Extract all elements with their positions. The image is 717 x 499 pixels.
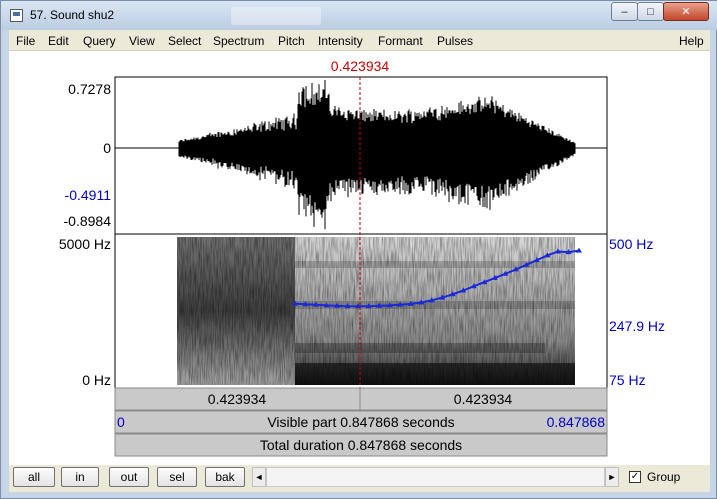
title-bar[interactable]: 57. Sound shu2 – □ ✕ — [1, 1, 717, 30]
menu-select[interactable]: Select — [168, 34, 201, 48]
menu-help[interactable]: Help — [679, 34, 704, 48]
menu-spectrum[interactable]: Spectrum — [213, 34, 264, 48]
waveform-min-label: -0.8984 — [64, 213, 112, 229]
visible-end-label: 0.847868 — [547, 414, 606, 430]
spectrogram-min-frequency-label: 0 Hz — [82, 372, 111, 388]
zoom-back-button[interactable]: bak — [205, 467, 245, 487]
minimize-button[interactable]: – — [611, 2, 638, 21]
selection-right-label: 0.423934 — [454, 391, 513, 407]
menu-pitch[interactable]: Pitch — [278, 34, 305, 48]
menu-view[interactable]: View — [129, 34, 155, 48]
group-checkbox[interactable]: ✓ — [629, 471, 641, 483]
menu-intensity[interactable]: Intensity — [318, 34, 363, 48]
pitch-cursor-value-label: 247.9 Hz — [609, 318, 665, 334]
window-icon — [10, 9, 23, 22]
zoom-selection-button[interactable]: sel — [157, 467, 197, 487]
menu-edit[interactable]: Edit — [48, 34, 69, 48]
waveform-max-label: 0.7278 — [68, 81, 111, 97]
zoom-in-button[interactable]: in — [61, 467, 99, 487]
scroll-left-arrow-icon[interactable]: ◄ — [252, 467, 266, 487]
zoom-all-button[interactable]: all — [13, 467, 55, 487]
group-label: Group — [647, 470, 681, 484]
waveform-zero-label: 0 — [103, 140, 111, 156]
scroll-right-arrow-icon[interactable]: ► — [605, 467, 619, 487]
waveform-cursor-value-label: -0.4911 — [65, 187, 112, 203]
bottom-control-bar: all in out sel bak ◄ ► ✓ Group — [9, 465, 710, 492]
spectrogram-image — [177, 237, 575, 385]
maximize-button[interactable]: □ — [637, 2, 664, 21]
editor-client-area: File Edit Query View Select Spectrum Pit… — [9, 30, 710, 492]
close-button[interactable]: ✕ — [663, 2, 709, 21]
menu-formant[interactable]: Formant — [378, 34, 423, 48]
pitch-bottom-label: 75 Hz — [609, 372, 646, 388]
background-window-ghost — [231, 7, 321, 25]
window-title: 57. Sound shu2 — [30, 8, 115, 22]
spectrogram-max-frequency-label: 5000 Hz — [59, 236, 111, 252]
selection-left-label: 0.423934 — [208, 391, 267, 407]
cursor-time-label: 0.423934 — [331, 58, 390, 74]
menu-query[interactable]: Query — [83, 34, 116, 48]
horizontal-scrollbar[interactable] — [266, 467, 605, 487]
menu-pulses[interactable]: Pulses — [437, 34, 473, 48]
menu-bar: File Edit Query View Select Spectrum Pit… — [9, 30, 710, 51]
total-duration-label: Total duration 0.847868 seconds — [260, 437, 462, 453]
sound-editor-canvas[interactable]: 0.423934 0.7278 0 -0.4911 -0.8984 5000 H… — [9, 51, 710, 491]
praat-sound-window: 57. Sound shu2 – □ ✕ File Edit Query Vie… — [0, 0, 717, 499]
zoom-out-button[interactable]: out — [109, 467, 149, 487]
menu-file[interactable]: File — [16, 34, 35, 48]
visible-part-label: Visible part 0.847868 seconds — [267, 414, 454, 430]
visible-start-label: 0 — [117, 414, 125, 430]
pitch-top-label: 500 Hz — [609, 236, 653, 252]
